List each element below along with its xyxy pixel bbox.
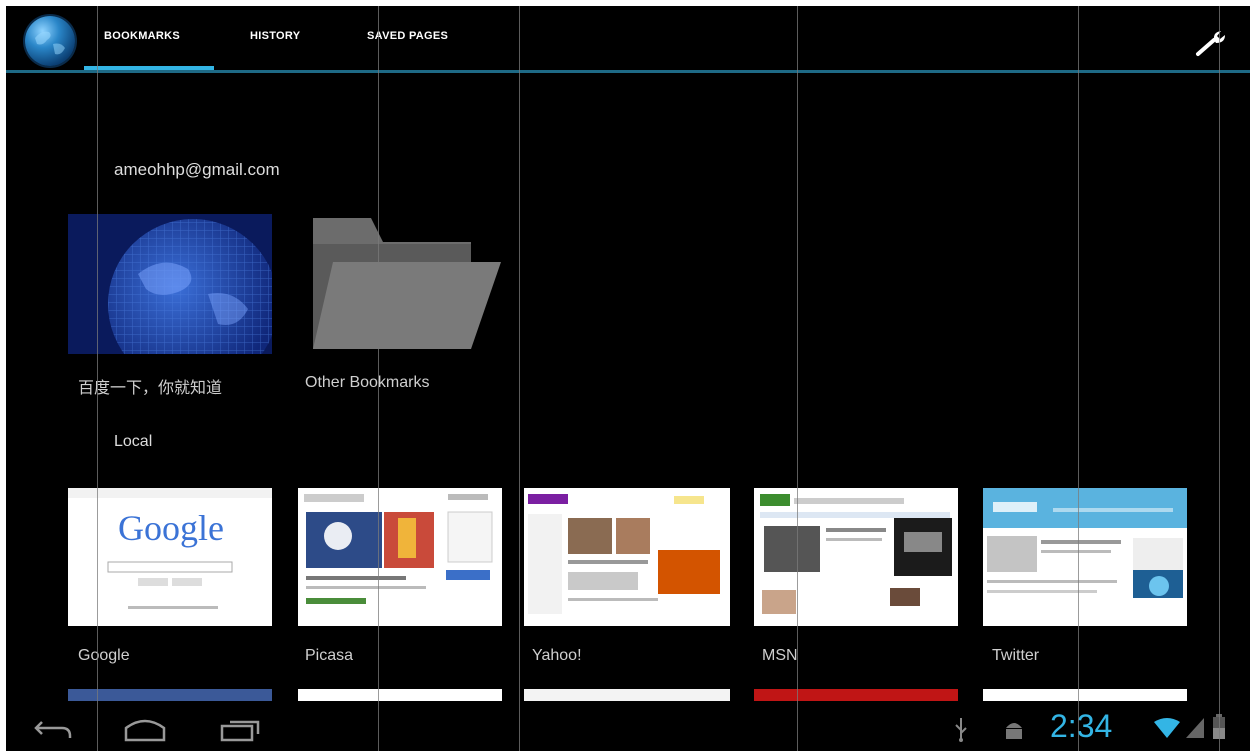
bookmark-label-msn: MSN	[762, 647, 798, 664]
bookmark-label-yahoo: Yahoo!	[532, 647, 582, 664]
usb-icon	[952, 716, 970, 747]
account-label: ameohhp@gmail.com	[114, 160, 280, 179]
recent-apps-icon[interactable]	[218, 714, 264, 749]
bookmark-thumbnail-picasa[interactable]	[298, 488, 502, 626]
overlay-line	[378, 6, 379, 751]
bookmark-thumbnail-partial[interactable]	[298, 689, 502, 701]
globe-icon[interactable]	[25, 16, 75, 66]
overlay-line	[797, 6, 798, 751]
overlay-line	[1219, 6, 1220, 751]
tab-saved-pages[interactable]: SAVED PAGES	[367, 30, 448, 42]
tab-bookmarks[interactable]: BOOKMARKS	[104, 30, 180, 42]
back-icon[interactable]	[32, 716, 76, 747]
bookmark-label-other-bookmarks: Other Bookmarks	[305, 374, 430, 391]
action-bar-divider	[6, 70, 1250, 73]
wrench-icon[interactable]	[1194, 28, 1228, 58]
bookmark-label-twitter: Twitter	[992, 647, 1040, 664]
browser-screen: BOOKMARKS HISTORY SAVED PAGES ameohhp@gm…	[6, 6, 1250, 751]
overlay-line	[1078, 6, 1079, 751]
bookmark-thumbnail-twitter[interactable]	[983, 488, 1187, 626]
bookmark-label-picasa: Picasa	[305, 647, 354, 664]
signal-icon	[1184, 716, 1206, 745]
wifi-icon	[1152, 716, 1182, 745]
system-bar: 2:34	[6, 706, 1250, 751]
bookmark-thumbnail-google[interactable]: Google	[68, 488, 272, 626]
action-bar: BOOKMARKS HISTORY SAVED PAGES	[6, 6, 1250, 73]
bookmark-thumbnail-partial[interactable]	[754, 689, 958, 701]
bookmark-label-google: Google	[78, 647, 130, 664]
home-icon[interactable]	[120, 714, 170, 749]
bookmark-thumbnail-partial[interactable]	[983, 689, 1187, 701]
bookmark-thumbnail-partial[interactable]	[68, 689, 272, 701]
overlay-line	[519, 6, 520, 751]
bookmark-label-baidu: 百度一下，你就知道	[78, 380, 223, 397]
android-debug-icon	[1002, 716, 1026, 747]
section-title-local: Local	[114, 433, 153, 450]
folder-icon[interactable]	[311, 214, 511, 354]
tab-history[interactable]: HISTORY	[250, 30, 300, 42]
bookmark-thumbnail-partial[interactable]	[524, 689, 730, 701]
overlay-line	[97, 6, 98, 751]
clock: 2:34	[1050, 708, 1113, 744]
bookmark-thumbnail-msn[interactable]	[754, 488, 958, 626]
bookmark-thumbnail-baidu[interactable]	[68, 214, 272, 354]
google-logo: Google	[118, 508, 224, 548]
bookmark-thumbnail-yahoo[interactable]	[524, 488, 730, 626]
